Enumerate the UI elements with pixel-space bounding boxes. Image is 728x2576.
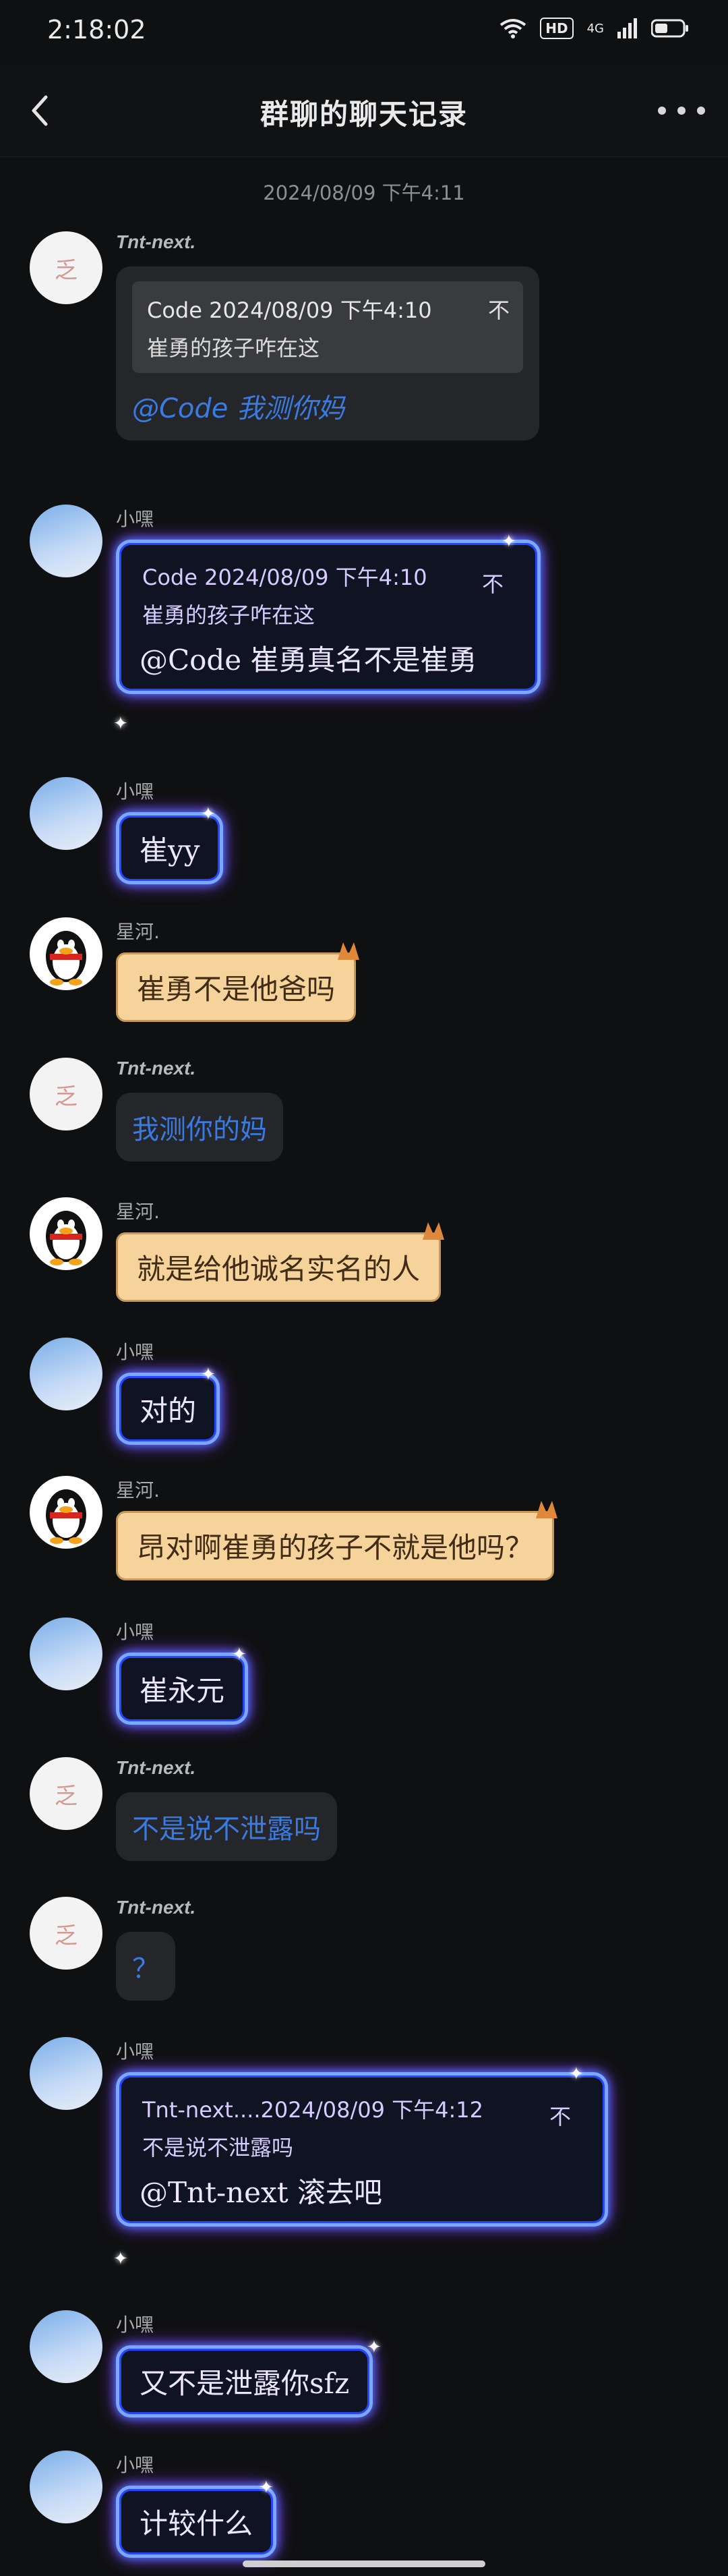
- sender-name: 小嘿: [116, 780, 154, 803]
- cloud-avatar[interactable]: [30, 1618, 102, 1690]
- penguin-avatar[interactable]: [30, 1476, 102, 1549]
- message-text: @Tnt-next 滚去吧: [140, 2176, 382, 2209]
- sparkle-icon: ✦: [367, 2337, 382, 2357]
- sender-name: 小嘿: [116, 508, 154, 530]
- cloud-avatar[interactable]: [30, 2451, 102, 2523]
- message-bubble[interactable]: 就是给他诚名实名的人: [116, 1222, 445, 1302]
- tnt-avatar[interactable]: 乏: [30, 1757, 102, 1830]
- sender-name: 小嘿: [116, 2454, 154, 2476]
- sparkle-icon: ✦: [259, 2478, 274, 2498]
- cat-ears-icon: [536, 1501, 558, 1518]
- message-bubble[interactable]: 计较什么: [116, 2486, 277, 2558]
- sender-name: Tnt-next.: [116, 1757, 196, 1778]
- sender-name: 小嘿: [116, 1341, 154, 1363]
- message-bubble[interactable]: 又不是泄露你sfz: [116, 2345, 373, 2417]
- hd-badge: HD: [540, 18, 574, 39]
- nav-bar: 群聊的聊天记录: [0, 65, 728, 157]
- quote-pin: 不: [481, 571, 504, 597]
- quote-pin: 不: [549, 2104, 571, 2129]
- message-bubble[interactable]: 崔勇不是他爸吗: [116, 942, 360, 1022]
- message-bubble[interactable]: 昂对啊崔勇的孩子不就是他吗？: [116, 1501, 558, 1580]
- message-text: ？: [132, 1953, 159, 1984]
- sparkle-icon: ✦: [113, 2249, 128, 2269]
- cat-ears-icon: [338, 942, 360, 960]
- message-bubble[interactable]: Tnt-next....2024/08/09 下午4:12 不 不是说不泄露吗 …: [116, 2072, 608, 2227]
- tnt-avatar[interactable]: 乏: [30, 1897, 102, 1970]
- sender-name: 小嘿: [116, 1621, 154, 1643]
- signal-icon: [617, 18, 638, 38]
- message-bubble[interactable]: Code 2024/08/09 下午4:10 不 崔勇的孩子咋在这 @Code …: [116, 540, 541, 694]
- sparkle-icon: ✦: [569, 2064, 584, 2084]
- quote-pin: 不: [487, 297, 510, 323]
- cloud-avatar[interactable]: [30, 2037, 102, 2110]
- message-text: 崔勇不是他爸吗: [137, 973, 336, 1006]
- dot-icon: [677, 107, 686, 115]
- message-text: 崔永元: [140, 1674, 225, 1707]
- sender-name: 小嘿: [116, 2040, 154, 2063]
- sender-name: 小嘿: [116, 2314, 154, 2336]
- sender-name: 星河.: [116, 921, 160, 943]
- message-bubble[interactable]: ？: [116, 1932, 175, 2001]
- message-text: 就是给他诚名实名的人: [137, 1253, 421, 1286]
- message-text: 不是说不泄露吗: [132, 1814, 321, 1845]
- page-title: 群聊的聊天记录: [260, 98, 468, 131]
- status-bar: 2:18:02 HD 4G: [0, 0, 728, 65]
- cloud-avatar[interactable]: [30, 1338, 102, 1410]
- sparkle-icon: ✦: [201, 1365, 216, 1385]
- sparkle-icon: ✦: [201, 804, 216, 824]
- message-text: 对的: [140, 1394, 197, 1427]
- quoted-message[interactable]: Code 2024/08/09 下午4:10 不 崔勇的孩子咋在这: [140, 555, 517, 629]
- message-bubble[interactable]: 我测你的妈: [116, 1093, 283, 1162]
- message-text: 又不是泄露你sfz: [140, 2367, 350, 2400]
- battery-icon: [651, 18, 689, 38]
- sender-name: 星河.: [116, 1479, 160, 1501]
- penguin-avatar[interactable]: [30, 1197, 102, 1270]
- cloud-avatar[interactable]: [30, 505, 102, 577]
- quote-header: Code 2024/08/09 下午4:10: [142, 565, 427, 590]
- quoted-message[interactable]: Tnt-next....2024/08/09 下午4:12 不 不是说不泄露吗: [140, 2088, 584, 2162]
- cloud-avatar[interactable]: [30, 2310, 102, 2383]
- more-options-button[interactable]: [658, 92, 705, 130]
- quote-body: 崔勇的孩子咋在这: [142, 602, 315, 628]
- network-type: 4G: [586, 21, 604, 36]
- message-text: 崔yy: [140, 834, 200, 867]
- message-text: 计较什么: [140, 2507, 253, 2540]
- sender-name: Tnt-next.: [116, 231, 196, 252]
- penguin-avatar[interactable]: [30, 917, 102, 990]
- wifi-icon: [499, 18, 526, 38]
- tnt-avatar[interactable]: 乏: [30, 231, 102, 304]
- dot-icon: [697, 107, 705, 115]
- quoted-message[interactable]: Code 2024/08/09 下午4:10 不 崔勇的孩子咋在这: [132, 281, 523, 373]
- home-indicator[interactable]: [243, 2560, 485, 2567]
- message-text: @Code 崔勇真名不是崔勇: [140, 643, 477, 677]
- status-time: 2:18:02: [47, 15, 146, 45]
- quote-body: 不是说不泄露吗: [142, 2135, 294, 2160]
- dot-icon: [658, 107, 666, 115]
- message-bubble[interactable]: 不是说不泄露吗: [116, 1792, 337, 1861]
- quote-body: 崔勇的孩子咋在这: [147, 335, 320, 361]
- sender-name: Tnt-next.: [116, 1058, 196, 1079]
- sparkle-icon: ✦: [502, 532, 516, 552]
- sparkle-icon: ✦: [232, 1644, 247, 1665]
- message-bubble[interactable]: 崔永元: [116, 1653, 249, 1725]
- quote-header: Tnt-next....2024/08/09 下午4:12: [142, 2097, 483, 2123]
- sender-name: 星河.: [116, 1201, 160, 1223]
- message-bubble[interactable]: Code 2024/08/09 下午4:10 不 崔勇的孩子咋在这 @Code …: [116, 266, 539, 440]
- status-icons: HD 4G: [499, 18, 689, 39]
- chat-timestamp: 2024/08/09 下午4:11: [263, 181, 465, 204]
- sparkle-icon: ✦: [113, 714, 128, 734]
- quote-header: Code 2024/08/09 下午4:10: [147, 297, 432, 323]
- sender-name: Tnt-next.: [116, 1897, 196, 1918]
- message-text: 昂对啊崔勇的孩子不就是他吗？: [137, 1531, 534, 1564]
- message-text: @Code 我测你妈: [132, 393, 345, 424]
- cloud-avatar[interactable]: [30, 777, 102, 850]
- cat-ears-icon: [423, 1222, 445, 1240]
- tnt-avatar[interactable]: 乏: [30, 1058, 102, 1130]
- message-text: 我测你的妈: [132, 1114, 267, 1145]
